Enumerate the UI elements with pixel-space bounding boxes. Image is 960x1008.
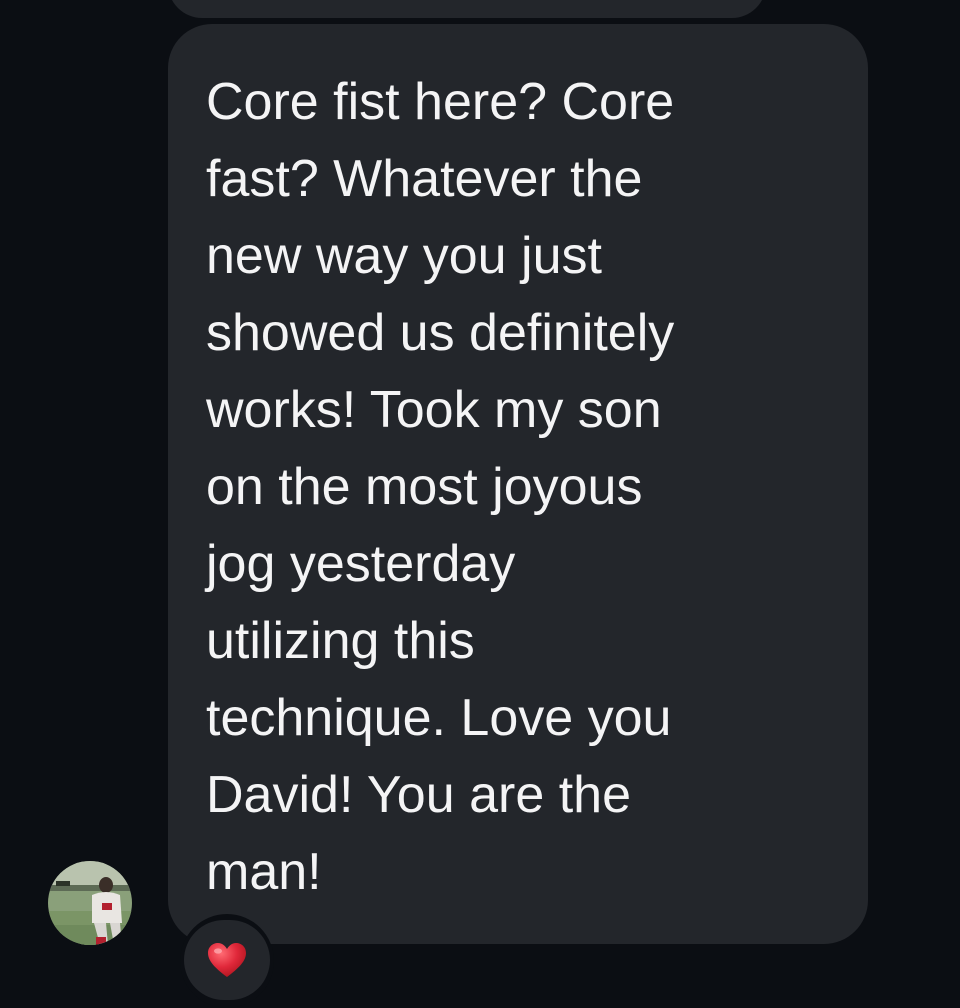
avatar-photo [48, 861, 132, 945]
reaction-badge[interactable] [184, 920, 270, 1000]
message-text: Core fist here? Core fast? Whatever the … [206, 73, 675, 901]
sender-avatar[interactable] [48, 861, 132, 945]
previous-message-bubble[interactable] [168, 0, 766, 18]
message-bubble[interactable]: Core fist here? Core fast? Whatever the … [168, 24, 868, 944]
red-heart-icon [208, 943, 246, 977]
